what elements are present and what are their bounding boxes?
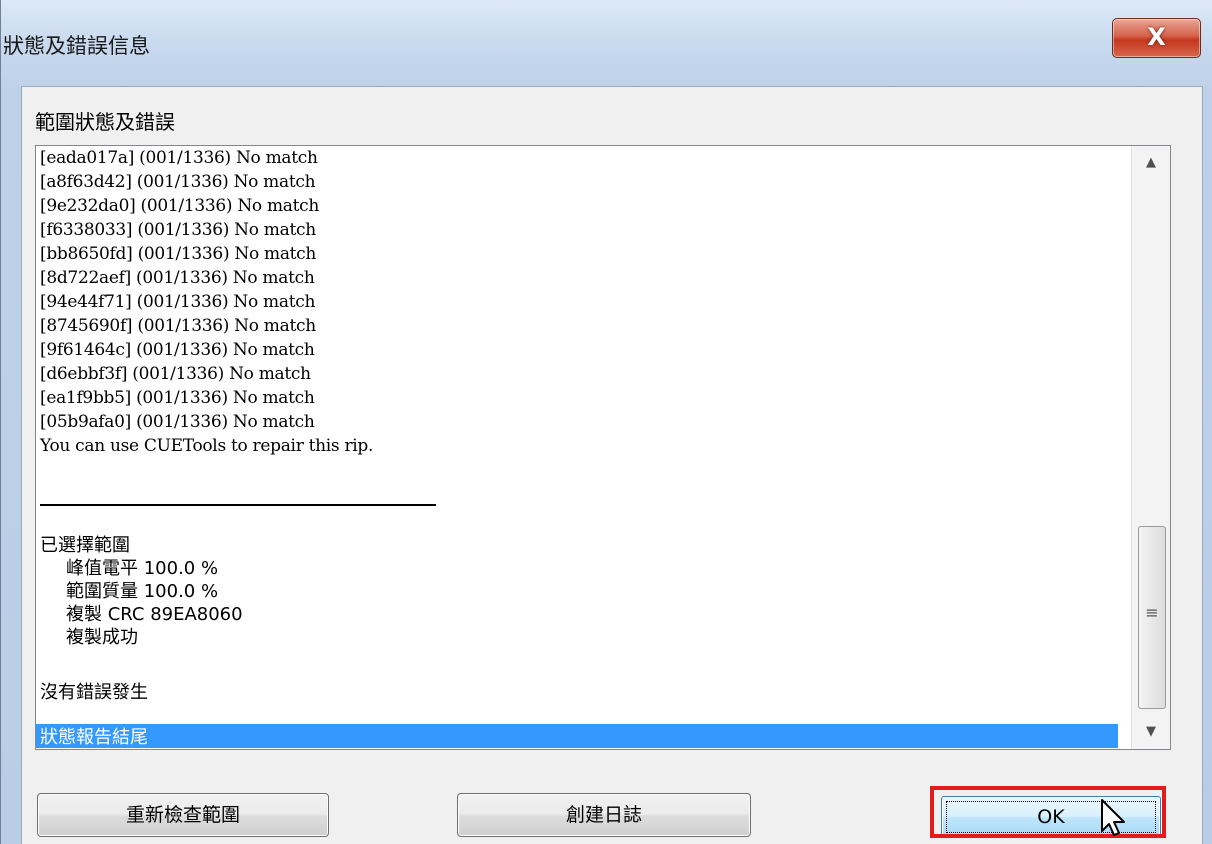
- status-log-listbox[interactable]: [eada017a] (001/1336) No match [a8f63d42…: [35, 145, 1171, 750]
- log-line: [05b9afa0] (001/1336) No match: [40, 412, 315, 432]
- log-line: [d6ebbf3f] (001/1336) No match: [40, 364, 311, 384]
- scroll-up-arrow-icon[interactable]: ▲: [1132, 146, 1170, 180]
- scrollbar-thumb[interactable]: ≡: [1138, 526, 1166, 709]
- group-label: 範圍狀態及錯誤: [35, 110, 175, 134]
- end-of-report-line: 狀態報告結尾: [40, 727, 148, 748]
- close-icon: X: [1147, 23, 1166, 51]
- log-line: [94e44f71] (001/1336) No match: [40, 292, 316, 312]
- vertical-scrollbar[interactable]: ▲ ≡ ▼: [1131, 146, 1170, 749]
- create-log-button[interactable]: 創建日誌: [457, 793, 751, 837]
- dialog-window: 狀態及錯誤信息 X 範圍狀態及錯誤 [eada017a] (001/1336) …: [0, 0, 1212, 844]
- log-divider: [40, 504, 436, 506]
- log-line: [8d722aef] (001/1336) No match: [40, 268, 315, 288]
- scroll-down-arrow-icon[interactable]: ▼: [1132, 715, 1170, 749]
- no-errors-line: 沒有錯誤發生: [40, 682, 148, 703]
- recheck-range-button[interactable]: 重新檢查範圍: [37, 793, 329, 837]
- scroll-grip-icon: ≡: [1145, 603, 1159, 622]
- selected-list-item[interactable]: 狀態報告結尾: [36, 724, 1118, 748]
- window-title: 狀態及錯誤信息: [3, 34, 150, 58]
- log-line: [ea1f9bb5] (001/1336) No match: [40, 388, 315, 408]
- log-line: [f6338033] (001/1336) No match: [40, 220, 316, 240]
- log-content: [eada017a] (001/1336) No match [a8f63d42…: [36, 146, 1130, 749]
- log-line: [9e232da0] (001/1336) No match: [40, 196, 320, 216]
- title-bar[interactable]: 狀態及錯誤信息 X: [1, 0, 1212, 86]
- log-line: [8745690f] (001/1336) No match: [40, 316, 316, 336]
- log-line: [bb8650fd] (001/1336) No match: [40, 244, 317, 264]
- copy-ok-line: 複製成功: [66, 627, 138, 648]
- log-line: [eada017a] (001/1336) No match: [40, 148, 318, 168]
- log-line: [a8f63d42] (001/1336) No match: [40, 172, 316, 192]
- close-button[interactable]: X: [1112, 18, 1201, 58]
- log-line: You can use CUETools to repair this rip.: [40, 436, 374, 456]
- mouse-cursor-icon: [1101, 799, 1125, 836]
- log-line: [9f61464c] (001/1336) No match: [40, 340, 315, 360]
